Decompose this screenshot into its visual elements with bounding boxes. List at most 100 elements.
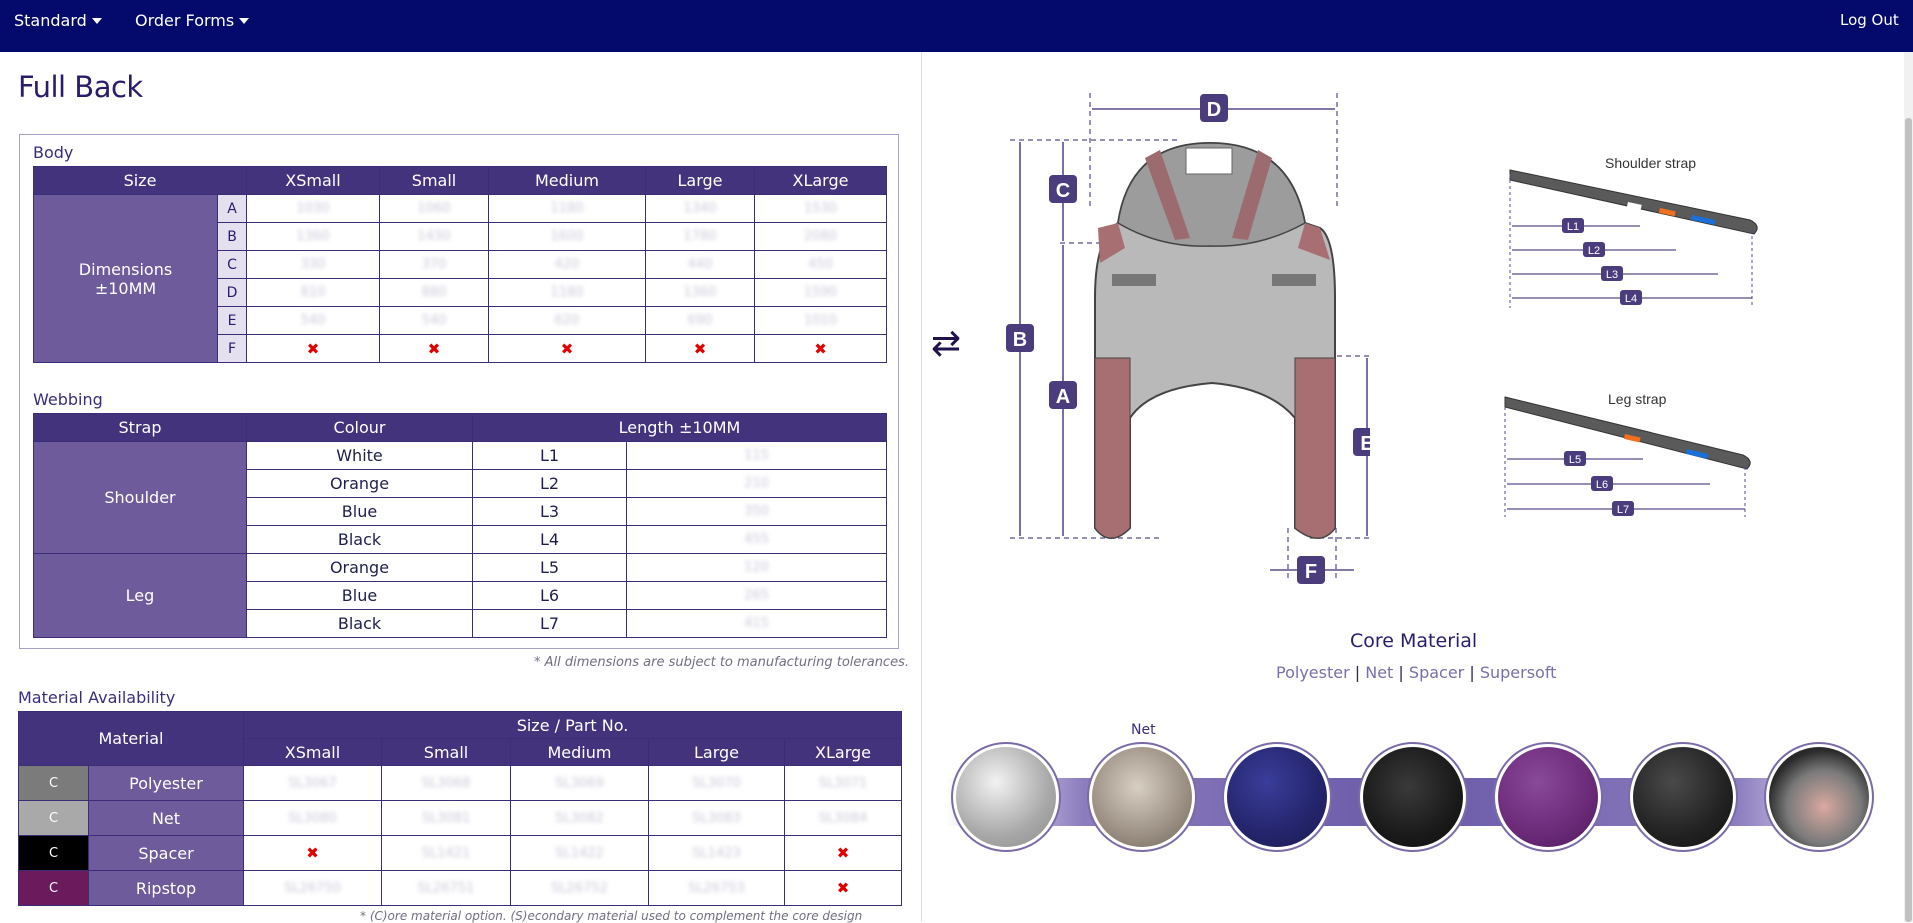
strap-leg-label: Leg bbox=[33, 553, 247, 638]
dim-value: 2080 bbox=[754, 222, 887, 251]
marker-e: E bbox=[1360, 433, 1370, 455]
dim-value: 1590 bbox=[754, 278, 887, 307]
unavailable-icon: ✖ bbox=[488, 334, 646, 363]
swatch-hover-label: Net bbox=[1131, 722, 1156, 738]
page-title: Full Back bbox=[18, 70, 143, 104]
dim-value: 1530 bbox=[754, 194, 887, 223]
part-number: SL26752 bbox=[510, 870, 649, 906]
mark-l7: L7 bbox=[1617, 504, 1629, 516]
length-code: L4 bbox=[472, 525, 627, 554]
size-col-large: Large bbox=[645, 166, 755, 195]
dim-value: 540 bbox=[379, 306, 489, 335]
size-col-medium: Medium bbox=[488, 166, 646, 195]
length-value: 455 bbox=[626, 525, 887, 554]
unavailable-icon: ✖ bbox=[783, 835, 903, 871]
material-link-supersoft[interactable]: Supersoft bbox=[1480, 663, 1557, 682]
dim-value: 370 bbox=[379, 250, 489, 279]
page-scrollbar[interactable] bbox=[1904, 52, 1913, 922]
length-code: L3 bbox=[472, 497, 627, 526]
table-row: C Spacer ✖ SL1421 SL1422 SL1423 ✖ bbox=[18, 835, 903, 871]
swatch-black[interactable] bbox=[1628, 742, 1738, 852]
mark-l1: L1 bbox=[1567, 221, 1579, 233]
unavailable-icon: ✖ bbox=[783, 870, 903, 906]
dim-value: 880 bbox=[379, 278, 489, 307]
swatch-polyester[interactable] bbox=[951, 742, 1061, 852]
colour-cell: Orange bbox=[246, 553, 473, 582]
scrollbar-thumb[interactable] bbox=[1905, 118, 1912, 922]
swatch-net[interactable] bbox=[1087, 742, 1197, 852]
colour-cell: Blue bbox=[246, 581, 473, 610]
mark-l6: L6 bbox=[1596, 479, 1608, 491]
length-code: L6 bbox=[472, 581, 627, 610]
swatch-supersoft[interactable] bbox=[1764, 742, 1874, 852]
unavailable-icon: ✖ bbox=[379, 334, 489, 363]
core-material-title: Core Material bbox=[1350, 630, 1478, 652]
marker-a: A bbox=[1056, 386, 1070, 408]
order-forms-menu[interactable]: Order Forms bbox=[135, 11, 250, 30]
table-row: C Polyester SL3067 SL3068 SL3069 SL3070 … bbox=[18, 765, 903, 801]
material-name: Polyester bbox=[88, 765, 244, 801]
sling-diagram: D C B A E F bbox=[1006, 93, 1370, 584]
unavailable-icon: ✖ bbox=[243, 835, 382, 871]
shoulder-strap-title: Shoulder strap bbox=[1605, 155, 1696, 171]
strap-header: Strap bbox=[33, 413, 247, 442]
colour-cell: White bbox=[246, 441, 473, 470]
mark-l5: L5 bbox=[1569, 454, 1581, 466]
strap-shoulder-label: Shoulder bbox=[33, 441, 247, 554]
dim-value: 440 bbox=[645, 250, 755, 279]
core-badge: C bbox=[18, 765, 89, 801]
standard-menu[interactable]: Standard bbox=[14, 11, 102, 30]
shoulder-strap-diagram: Shoulder strap L1 L2 L3 L4 bbox=[1509, 155, 1758, 308]
dim-value: 620 bbox=[488, 306, 646, 335]
body-section-label: Body bbox=[33, 143, 74, 162]
part-number: SL3067 bbox=[243, 765, 382, 801]
marker-b: B bbox=[1013, 329, 1027, 351]
swatch-blue[interactable] bbox=[1222, 742, 1332, 852]
part-number: SL3071 bbox=[783, 765, 903, 801]
tolerance-note: * All dimensions are subject to manufact… bbox=[534, 655, 909, 670]
dim-letter: F bbox=[217, 334, 247, 363]
size-col-medium: Medium bbox=[510, 738, 649, 766]
material-link-spacer[interactable]: Spacer bbox=[1409, 663, 1464, 682]
length-value: 115 bbox=[626, 441, 887, 470]
table-row: Leg Orange L5 120 bbox=[33, 553, 887, 638]
part-number: SL26753 bbox=[648, 870, 785, 906]
dim-value: 810 bbox=[246, 278, 380, 307]
core-badge: C bbox=[18, 835, 89, 871]
part-number: SL3082 bbox=[510, 800, 649, 836]
material-name: Ripstop bbox=[88, 870, 244, 906]
colour-cell: Black bbox=[246, 525, 473, 554]
length-value: 210 bbox=[626, 469, 887, 498]
separator: | bbox=[1469, 663, 1475, 682]
swatch-purple[interactable] bbox=[1493, 742, 1603, 852]
length-value: 350 bbox=[626, 497, 887, 526]
top-navbar: Standard Order Forms Log Out bbox=[0, 0, 1913, 52]
length-header: Length ±10MM bbox=[472, 413, 887, 442]
colour-cell: Orange bbox=[246, 469, 473, 498]
material-link-polyester[interactable]: Polyester bbox=[1276, 663, 1350, 682]
part-number: SL26751 bbox=[381, 870, 511, 906]
colour-header: Colour bbox=[246, 413, 473, 442]
swatch-spacer[interactable] bbox=[1358, 742, 1468, 852]
part-number: SL26750 bbox=[243, 870, 382, 906]
material-link-net[interactable]: Net bbox=[1365, 663, 1393, 682]
marker-d: D bbox=[1207, 99, 1221, 121]
mark-l2: L2 bbox=[1588, 245, 1600, 257]
part-number: SL3068 bbox=[381, 765, 511, 801]
order-forms-menu-label: Order Forms bbox=[135, 11, 235, 30]
body-table: Size XSmall Small Medium Large XLarge Di… bbox=[33, 166, 887, 363]
material-name: Net bbox=[88, 800, 244, 836]
leg-strap-title: Leg strap bbox=[1608, 391, 1667, 407]
core-material-list: Polyester | Net | Spacer | Supersoft bbox=[1276, 663, 1556, 682]
mark-l3: L3 bbox=[1606, 269, 1618, 281]
panel-divider bbox=[921, 52, 922, 922]
material-section-label: Material Availability bbox=[18, 688, 176, 707]
length-value: 415 bbox=[626, 609, 887, 638]
part-number: SL3081 bbox=[381, 800, 511, 836]
swap-arrows-icon[interactable]: ⇄ bbox=[931, 323, 961, 364]
length-value: 120 bbox=[626, 553, 887, 582]
part-number: SL1421 bbox=[381, 835, 511, 871]
material-header: Material bbox=[18, 711, 244, 766]
colour-cell: Blue bbox=[246, 497, 473, 526]
logout-link[interactable]: Log Out bbox=[1840, 11, 1899, 29]
